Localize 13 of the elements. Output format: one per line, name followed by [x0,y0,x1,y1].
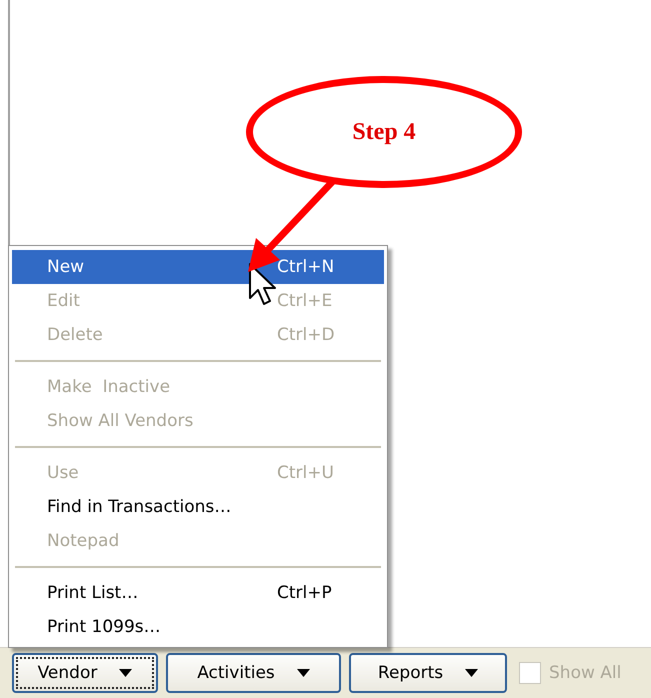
caret-icon [119,669,132,677]
cursor-icon [248,262,276,308]
caret-icon [465,669,478,677]
menu-button[interactable]: Vendor [12,653,158,693]
callout-text: Step 4 [352,118,416,146]
menu-item[interactable]: Print 1099s… [12,610,384,644]
menu-button[interactable]: Activities [166,653,341,693]
checkbox-label: Show All [549,663,622,683]
menu-button[interactable]: Reports [349,653,507,693]
menu-item[interactable]: Print List… Ctrl+P [12,576,384,610]
menu-item[interactable]: New Ctrl+N [12,250,384,284]
menu-item[interactable]: Find in Transactions… [12,490,384,524]
caret-icon [296,669,310,677]
